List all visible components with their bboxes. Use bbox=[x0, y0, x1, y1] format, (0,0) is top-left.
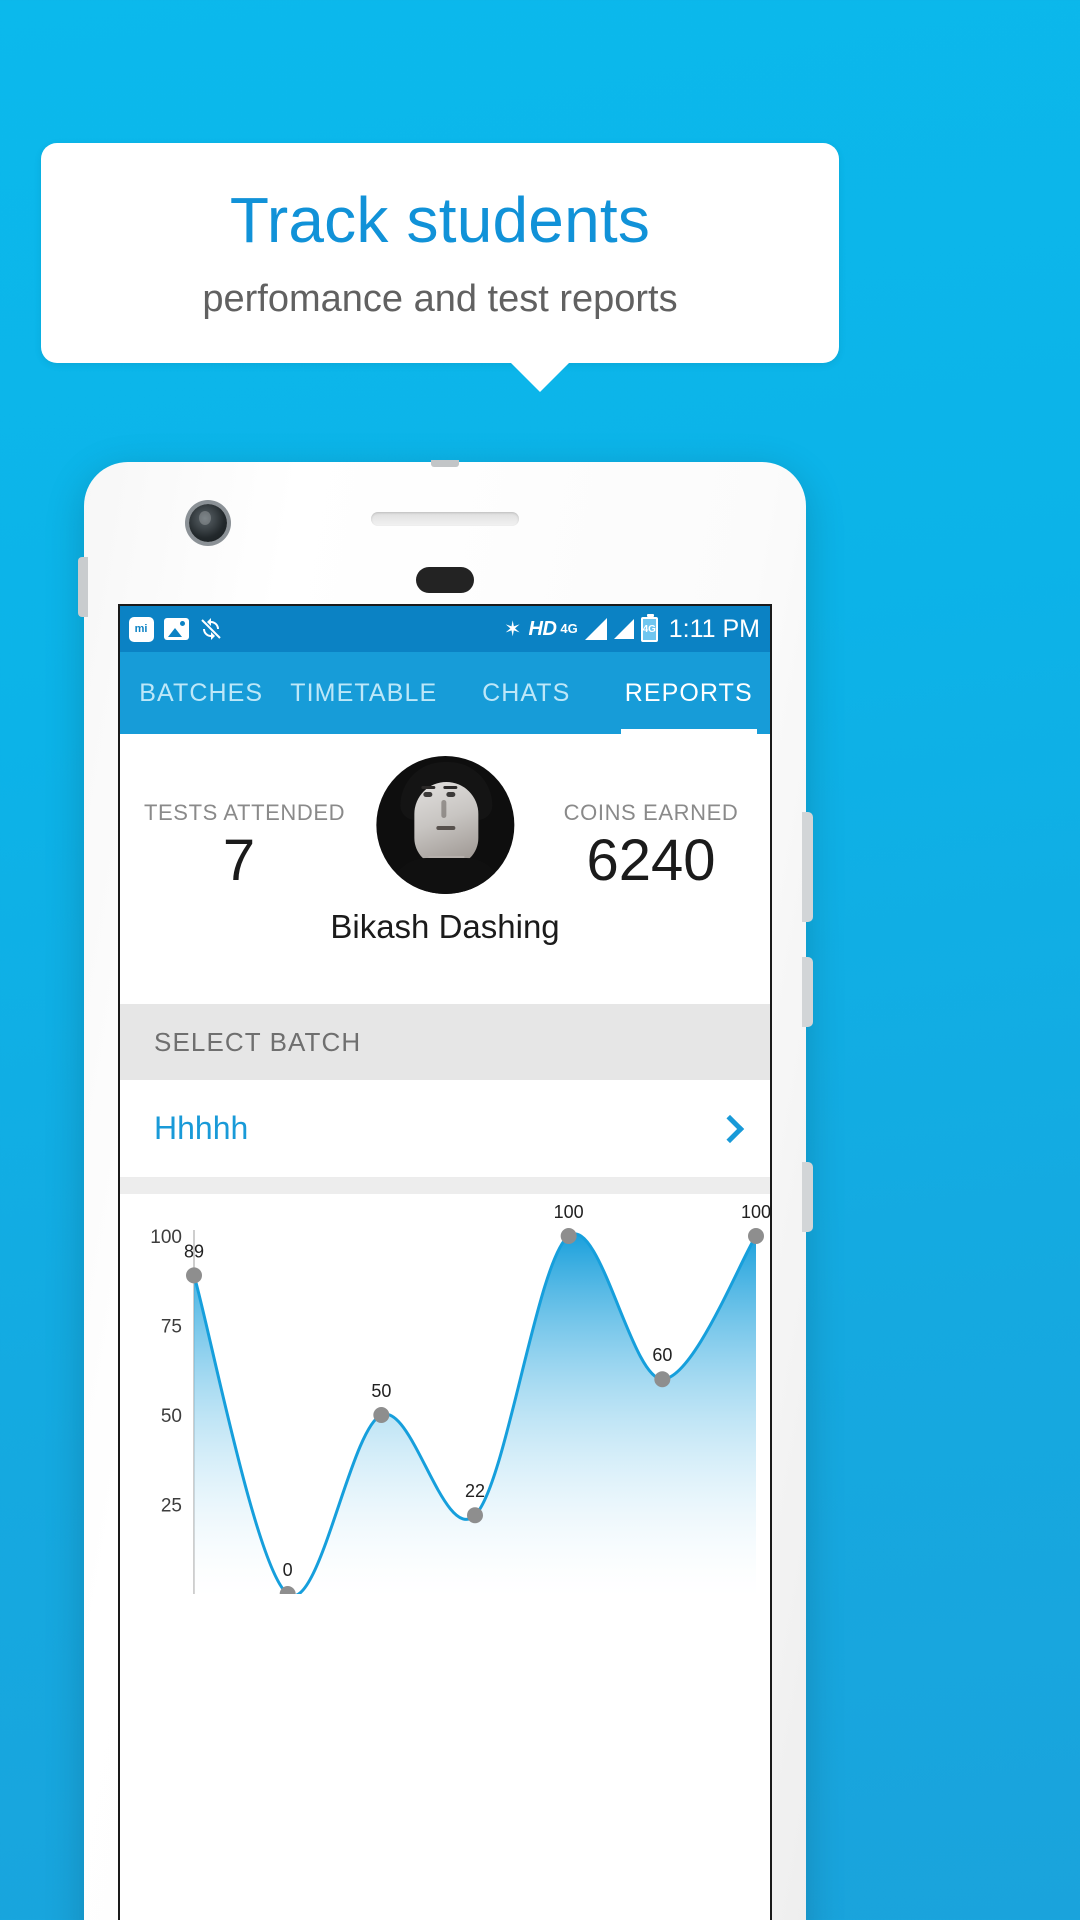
chart-svg: 255075100890502210060100 bbox=[150, 1202, 771, 1594]
stat-coins-earned: COINS EARNED 6240 bbox=[556, 734, 746, 890]
antenna-strip bbox=[431, 460, 459, 467]
select-batch-header: SELECT BATCH bbox=[120, 1004, 770, 1080]
tab-chats[interactable]: CHATS bbox=[445, 652, 608, 734]
phone-power-button bbox=[802, 957, 813, 1027]
signal-icon bbox=[584, 618, 607, 640]
battery-icon: 4G bbox=[640, 613, 658, 642]
status-bar-clock: 1:11 PM bbox=[668, 614, 760, 643]
proximity-sensor bbox=[416, 567, 474, 593]
chart-point-label: 100 bbox=[741, 1202, 771, 1222]
phone-mockup: mi ✶ HD 4G 4G 1:11 PM BATCHES TIMETABLE … bbox=[78, 460, 813, 1920]
signal-icon-2 bbox=[613, 619, 634, 639]
batch-selector-row[interactable]: Hhhhh bbox=[120, 1080, 770, 1178]
network-type-icon: 4G bbox=[560, 620, 578, 636]
chart-data-point[interactable] bbox=[748, 1228, 764, 1244]
bluetooth-icon: ✶ bbox=[503, 617, 522, 641]
y-axis-tick-label: 25 bbox=[161, 1496, 182, 1517]
chart-point-label: 22 bbox=[465, 1481, 485, 1501]
status-bar-system-icons: ✶ HD 4G 4G 1:11 PM bbox=[503, 613, 760, 644]
phone-screen: mi ✶ HD 4G 4G 1:11 PM BATCHES TIMETABLE … bbox=[118, 604, 772, 1920]
tests-attended-label: TESTS ATTENDED bbox=[144, 800, 346, 825]
tests-attended-value: 7 bbox=[222, 828, 256, 893]
chart-point-label: 60 bbox=[652, 1345, 672, 1365]
promo-title: Track students bbox=[229, 184, 651, 257]
chevron-right-icon[interactable] bbox=[715, 1114, 745, 1143]
performance-chart: 25 50 75 100 89 0 50 22 100 60 100 bbox=[120, 1194, 770, 1594]
phone-left-button bbox=[78, 557, 88, 617]
chart-divider bbox=[120, 1178, 770, 1194]
hd-icon: HD bbox=[528, 617, 557, 640]
profile-avatar-block: Bikash Dashing bbox=[330, 756, 560, 946]
stat-tests-attended: TESTS ATTENDED 7 bbox=[144, 734, 346, 893]
phone-side-detail bbox=[802, 1162, 813, 1232]
status-bar-notifications: mi bbox=[128, 616, 224, 642]
chart-data-point[interactable] bbox=[467, 1507, 483, 1524]
tab-reports[interactable]: REPORTS bbox=[608, 652, 771, 734]
y-axis-tick-label: 100 bbox=[150, 1227, 182, 1248]
status-bar: mi ✶ HD 4G 4G 1:11 PM bbox=[120, 606, 770, 652]
chart-point-label: 89 bbox=[184, 1241, 204, 1261]
tab-batches[interactable]: BATCHES bbox=[120, 652, 283, 734]
coins-earned-value: 6240 bbox=[586, 828, 716, 893]
promo-callout: Track students perfomance and test repor… bbox=[41, 143, 839, 363]
sync-icon bbox=[198, 616, 224, 642]
avatar bbox=[375, 756, 514, 894]
profile-name: Bikash Dashing bbox=[330, 908, 560, 945]
promo-subtitle: perfomance and test reports bbox=[202, 277, 678, 320]
callout-tail bbox=[510, 362, 570, 392]
chart-data-point[interactable] bbox=[186, 1267, 202, 1284]
profile-header: TESTS ATTENDED 7 Bikash Dashing COINS EA bbox=[120, 734, 770, 1004]
mi-icon: mi bbox=[128, 616, 154, 642]
chart-point-label: 0 bbox=[283, 1560, 293, 1580]
chart-data-point[interactable] bbox=[654, 1371, 671, 1388]
chart-area-fill bbox=[194, 1233, 756, 1594]
selected-batch-name: Hhhhh bbox=[154, 1110, 249, 1146]
chart-data-point[interactable] bbox=[373, 1407, 390, 1423]
tab-bar: BATCHES TIMETABLE CHATS REPORTS bbox=[120, 652, 770, 734]
chart-point-label: 50 bbox=[371, 1381, 391, 1401]
front-camera-icon bbox=[189, 504, 227, 542]
y-axis-tick-label: 50 bbox=[161, 1406, 182, 1427]
phone-volume-button bbox=[802, 812, 813, 922]
coins-earned-label: COINS EARNED bbox=[563, 800, 739, 825]
gallery-icon bbox=[163, 616, 189, 642]
chart-point-label: 100 bbox=[554, 1202, 584, 1222]
tab-timetable[interactable]: TIMETABLE bbox=[283, 652, 446, 734]
earpiece-speaker bbox=[371, 512, 519, 526]
chart-data-point[interactable] bbox=[560, 1228, 577, 1244]
y-axis-tick-label: 75 bbox=[161, 1317, 182, 1338]
